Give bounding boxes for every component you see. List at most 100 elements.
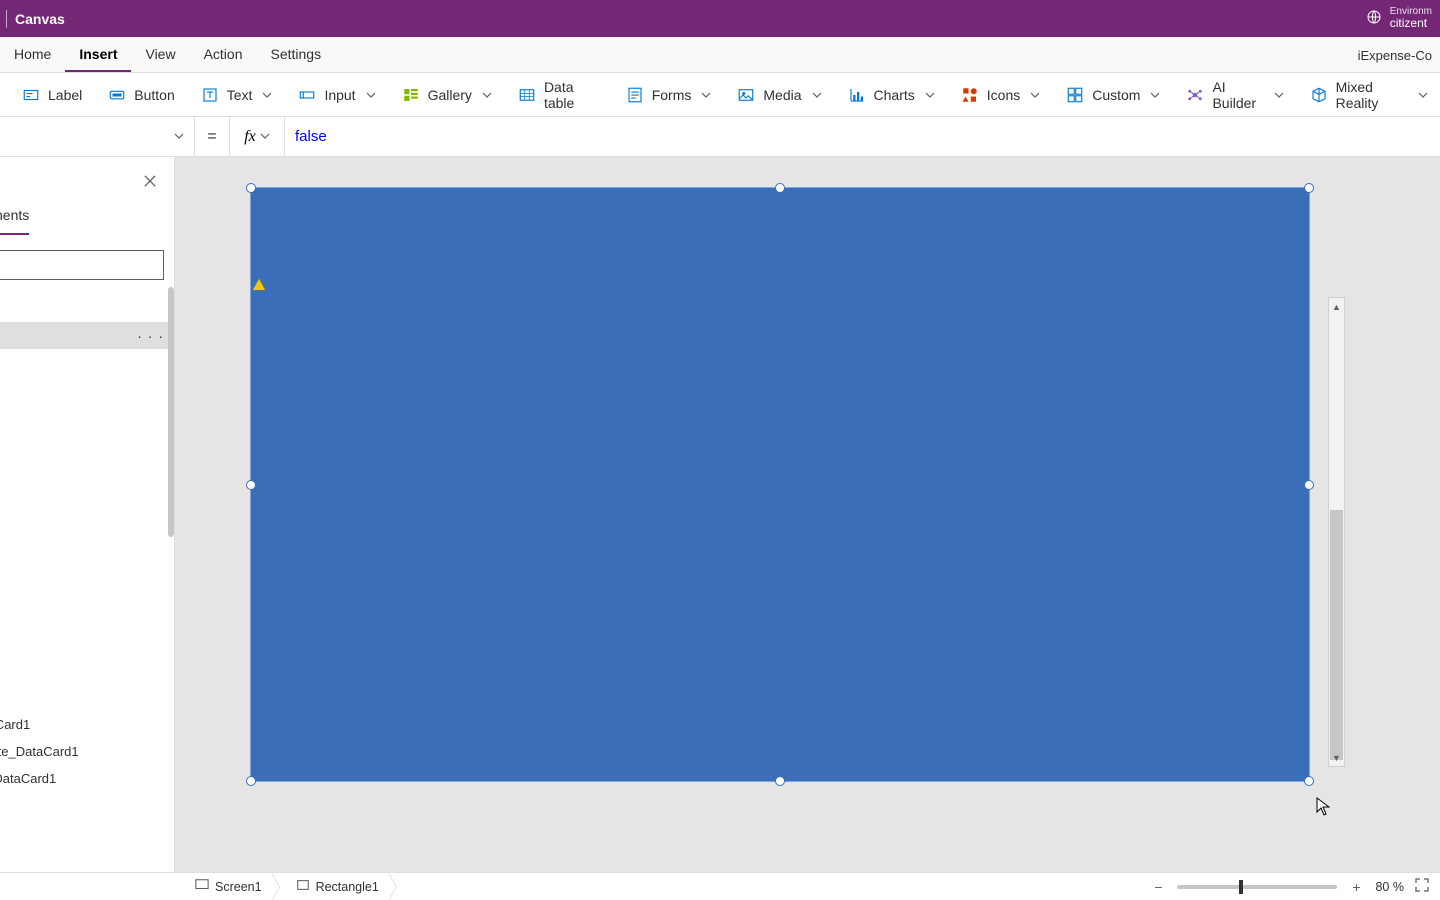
tree-node[interactable]: out1 (0, 349, 174, 376)
canvas-area[interactable]: ▲ ▼ (175, 157, 1440, 872)
insert-icons-button[interactable]: Icons (949, 80, 1052, 110)
insert-custom-text: Custom (1092, 87, 1140, 103)
tree-node-label: mount_DataCard1 (0, 771, 56, 786)
selected-rectangle[interactable] (250, 187, 1310, 782)
insert-datatable-button[interactable]: Data table (506, 73, 612, 117)
scroll-down-arrow[interactable]: ▼ (1329, 749, 1344, 766)
tree-node[interactable]: ngle1 · · · (0, 322, 174, 349)
tree-view: ngle1 · · · out1 3 box1 own1 0 ngle6 le_… (0, 292, 174, 872)
tree-node[interactable]: box1 (0, 403, 174, 430)
forms-icon (626, 86, 644, 104)
insert-charts-button[interactable]: Charts (836, 80, 947, 110)
chevron-down-icon (366, 87, 376, 103)
tree-view-panel: omponents ngle1 · · · out1 3 box1 own1 0… (0, 157, 175, 872)
tree-node-label: le_DataCard1 (0, 717, 30, 732)
app-file-name[interactable]: iExpense-Co (1358, 37, 1432, 73)
breadcrumb-screen-label: Screen1 (215, 880, 262, 894)
insert-forms-button[interactable]: Forms (614, 80, 724, 110)
warning-icon[interactable] (253, 279, 265, 290)
tree-node[interactable]: mount_DataCard1 (0, 765, 174, 792)
tab-settings[interactable]: Settings (257, 37, 336, 72)
breadcrumb-screen[interactable]: Screen1 (185, 873, 272, 900)
zoom-slider[interactable] (1177, 885, 1337, 889)
insert-mixedreality-text: Mixed Reality (1336, 79, 1408, 111)
insert-text-text: Text (227, 87, 253, 103)
tree-scrollbar-thumb[interactable] (168, 287, 174, 537)
chevron-down-icon (174, 128, 184, 146)
chevron-down-icon (1274, 87, 1284, 103)
chevron-down-icon (1150, 87, 1160, 103)
insert-aibuilder-text: AI Builder (1212, 79, 1263, 111)
close-panel-button[interactable] (140, 171, 160, 191)
tree-node-more-button[interactable]: · · · (137, 328, 164, 344)
zoom-slider-knob[interactable] (1239, 880, 1243, 894)
panel-tab-components[interactable]: omponents (0, 201, 29, 235)
fullscreen-button[interactable] (1414, 877, 1430, 896)
chevron-down-icon (925, 87, 935, 103)
insert-input-button[interactable]: Input (286, 80, 387, 110)
status-bar: Screen1 Rectangle1 − + 80 % (0, 872, 1440, 900)
insert-forms-text: Forms (652, 87, 692, 103)
button-icon (108, 86, 126, 104)
breadcrumb: Screen1 Rectangle1 (185, 873, 389, 900)
insert-custom-button[interactable]: Custom (1054, 80, 1172, 110)
insert-aibuilder-button[interactable]: AI Builder (1174, 73, 1295, 117)
environment-indicator[interactable]: Environm citizent (1366, 0, 1432, 37)
text-icon (201, 86, 219, 104)
equals-label: = (195, 117, 230, 156)
chevron-down-icon (1418, 87, 1428, 103)
mouse-cursor-icon (1316, 797, 1330, 817)
fx-label: fx (244, 128, 256, 146)
insert-media-text: Media (763, 87, 801, 103)
tab-view[interactable]: View (131, 37, 189, 72)
formula-value: false (295, 128, 327, 145)
tab-insert[interactable]: Insert (65, 37, 131, 72)
scroll-up-arrow[interactable]: ▲ (1329, 298, 1344, 315)
formula-input[interactable]: false (285, 117, 1440, 156)
environment-icon (1366, 9, 1382, 28)
chevron-down-icon (262, 87, 272, 103)
insert-charts-text: Charts (874, 87, 915, 103)
tab-action[interactable]: Action (190, 37, 257, 72)
insert-button-button[interactable]: Button (96, 80, 186, 110)
gallery-icon (402, 86, 420, 104)
insert-gallery-text: Gallery (428, 87, 472, 103)
tab-home[interactable]: Home (0, 37, 65, 72)
zoom-out-button[interactable]: − (1149, 879, 1167, 895)
environment-label: Environm (1390, 6, 1432, 17)
insert-text-button[interactable]: Text (189, 80, 285, 110)
insert-label-button[interactable]: Label (10, 80, 94, 110)
scroll-thumb[interactable] (1330, 510, 1343, 760)
property-dropdown[interactable] (0, 117, 195, 156)
input-icon (298, 86, 316, 104)
tree-node[interactable]: own1 (0, 430, 174, 457)
insert-gallery-button[interactable]: Gallery (390, 80, 504, 110)
tree-node[interactable]: ceipt Date_DataCard1 (0, 738, 174, 765)
chevron-down-icon (701, 87, 711, 103)
zoom-in-button[interactable]: + (1347, 879, 1365, 895)
chevron-down-icon (482, 87, 492, 103)
insert-icons-text: Icons (987, 87, 1020, 103)
app-title: Canvas (15, 11, 65, 27)
insert-mixedreality-button[interactable]: Mixed Reality (1298, 73, 1440, 117)
tree-node[interactable]: 0 (0, 457, 174, 484)
canvas-inner-scrollbar[interactable]: ▲ ▼ (1328, 297, 1345, 767)
rectangle-icon (296, 878, 310, 895)
tree-scrollbar[interactable] (168, 287, 174, 872)
main-area: omponents ngle1 · · · out1 3 box1 own1 0… (0, 157, 1440, 872)
tree-node[interactable]: le_DataCard1 (0, 711, 174, 738)
breadcrumb-control[interactable]: Rectangle1 (286, 873, 389, 900)
media-icon (737, 86, 755, 104)
tree-node[interactable]: ngle6 (0, 484, 174, 511)
tree-node[interactable]: 3 (0, 376, 174, 403)
tree-search-input[interactable] (0, 250, 164, 280)
fx-button[interactable]: fx (230, 117, 285, 156)
insert-ribbon: Label Button Text Input Gallery Data tab… (0, 73, 1440, 117)
insert-button-text: Button (134, 87, 174, 103)
insert-media-button[interactable]: Media (725, 80, 833, 110)
scroll-track[interactable] (1329, 315, 1344, 749)
tree-node-label: ceipt Date_DataCard1 (0, 744, 79, 759)
environment-value: citizent (1390, 17, 1427, 30)
zoom-controls: − + 80 % (1149, 873, 1430, 900)
chevron-down-icon (1030, 87, 1040, 103)
